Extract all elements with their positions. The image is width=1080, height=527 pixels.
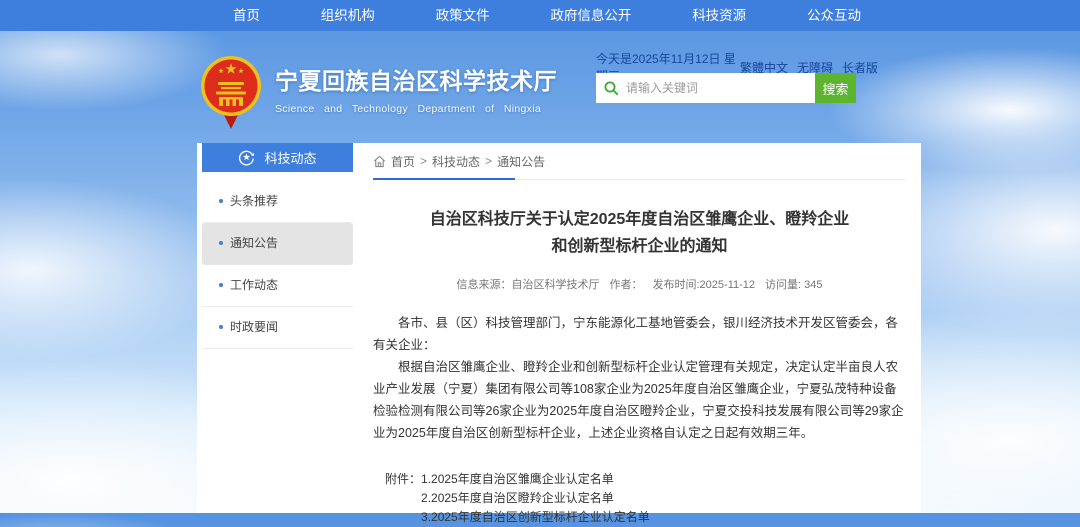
sidebar-header: 科技动态 — [202, 143, 353, 172]
article-paragraph: 根据自治区雏鹰企业、瞪羚企业和创新型标杆企业认定管理有关规定，决定认定半亩良人农… — [373, 356, 906, 444]
nav-item-sci-tech-resources[interactable]: 科技资源 — [692, 0, 746, 31]
article-body: 各市、县（区）科技管理部门，宁东能源化工基地管委会，银川经济技术开发区管委会，各… — [373, 312, 906, 444]
search-button[interactable]: 搜索 — [815, 73, 856, 103]
breadcrumb-separator: > — [485, 154, 492, 168]
sidebar: 科技动态 头条推荐 通知公告 工作动态 时政要闻 — [202, 143, 353, 349]
star-circle-icon — [238, 149, 255, 166]
sidebar-item-label: 工作动态 — [230, 278, 278, 292]
meta-source: 信息来源：自治区科学技术厅 — [457, 276, 600, 292]
attachments-list: 1.2025年度自治区雏鹰企业认定名单 2.2025年度自治区瞪羚企业认定名单 … — [421, 470, 650, 527]
attachment-link-gazelle-list[interactable]: 2.2025年度自治区瞪羚企业认定名单 — [421, 489, 650, 508]
sidebar-item-label: 时政要闻 — [230, 320, 278, 334]
sidebar-item-headlines[interactable]: 头条推荐 — [202, 181, 353, 223]
article-title-line2: 和创新型标杆企业的通知 — [373, 233, 906, 260]
site-brand[interactable]: 宁夏回族自治区科学技术厅 Science and Technology Depa… — [199, 55, 541, 129]
home-icon[interactable] — [373, 155, 386, 168]
breadcrumb-separator: > — [420, 154, 427, 168]
sidebar-item-notices[interactable]: 通知公告 — [202, 223, 353, 265]
nav-item-policy-documents[interactable]: 政策文件 — [436, 0, 490, 31]
content-panel: 科技动态 头条推荐 通知公告 工作动态 时政要闻 首页 > 科技动态 > 通知公… — [197, 143, 921, 513]
sidebar-item-work-trends[interactable]: 工作动态 — [202, 265, 353, 307]
article-paragraph: 各市、县（区）科技管理部门，宁东能源化工基地管委会，银川经济技术开发区管委会，各… — [373, 312, 906, 356]
site-subtitle-english: Science and Technology Department of Nin… — [275, 103, 541, 115]
bullet-dot-icon — [219, 199, 223, 203]
top-nav-items: 首页 组织机构 政策文件 政府信息公开 科技资源 公众互动 — [233, 0, 861, 31]
breadcrumb-current-page: 通知公告 — [497, 153, 545, 170]
sidebar-item-current-politics[interactable]: 时政要闻 — [202, 307, 353, 349]
sidebar-item-label: 头条推荐 — [230, 194, 278, 208]
nav-item-organization[interactable]: 组织机构 — [321, 0, 375, 31]
attachment-link-eagle-list[interactable]: 1.2025年度自治区雏鹰企业认定名单 — [421, 470, 650, 489]
national-emblem-logo — [199, 55, 263, 129]
breadcrumb-sci-tech-news[interactable]: 科技动态 — [432, 153, 480, 170]
bullet-dot-icon — [219, 241, 223, 245]
meta-author: 作者： — [610, 276, 643, 292]
attachments-section: 附件： 1.2025年度自治区雏鹰企业认定名单 2.2025年度自治区瞪羚企业认… — [373, 470, 906, 527]
article-meta: 信息来源：自治区科学技术厅 作者： 发布时间:2025-11-12 访问量: 3… — [373, 276, 906, 292]
breadcrumb: 首页 > 科技动态 > 通知公告 — [373, 151, 906, 171]
site-title-block: 宁夏回族自治区科学技术厅 Science and Technology Depa… — [275, 62, 541, 115]
bullet-dot-icon — [219, 283, 223, 287]
sidebar-item-label: 通知公告 — [230, 236, 278, 250]
sidebar-title: 科技动态 — [264, 148, 316, 167]
nav-item-gov-info-disclosure[interactable]: 政府信息公开 — [550, 0, 631, 31]
article-title: 自治区科技厅关于认定2025年度自治区雏鹰企业、瞪羚企业 和创新型标杆企业的通知 — [373, 206, 906, 260]
meta-view-count: 访问量: 345 — [765, 276, 822, 292]
search-input[interactable] — [596, 73, 815, 103]
breadcrumb-divider — [373, 177, 906, 180]
attachments-label: 附件： — [385, 470, 421, 527]
nav-item-public-interaction[interactable]: 公众互动 — [807, 0, 861, 31]
sidebar-menu: 头条推荐 通知公告 工作动态 时政要闻 — [202, 181, 353, 349]
site-title: 宁夏回族自治区科学技术厅 — [275, 62, 541, 96]
breadcrumb-home[interactable]: 首页 — [391, 153, 415, 170]
nav-item-home[interactable]: 首页 — [233, 0, 260, 31]
attachment-link-benchmark-list[interactable]: 3.2025年度自治区创新型标杆企业认定名单 — [421, 508, 650, 527]
meta-publish-date: 发布时间:2025-11-12 — [653, 276, 756, 292]
bullet-dot-icon — [219, 325, 223, 329]
top-navigation-bar: 首页 组织机构 政策文件 政府信息公开 科技资源 公众互动 — [0, 0, 1080, 31]
article-title-line1: 自治区科技厅关于认定2025年度自治区雏鹰企业、瞪羚企业 — [373, 206, 906, 233]
article-panel: 首页 > 科技动态 > 通知公告 自治区科技厅关于认定2025年度自治区雏鹰企业… — [373, 143, 906, 527]
